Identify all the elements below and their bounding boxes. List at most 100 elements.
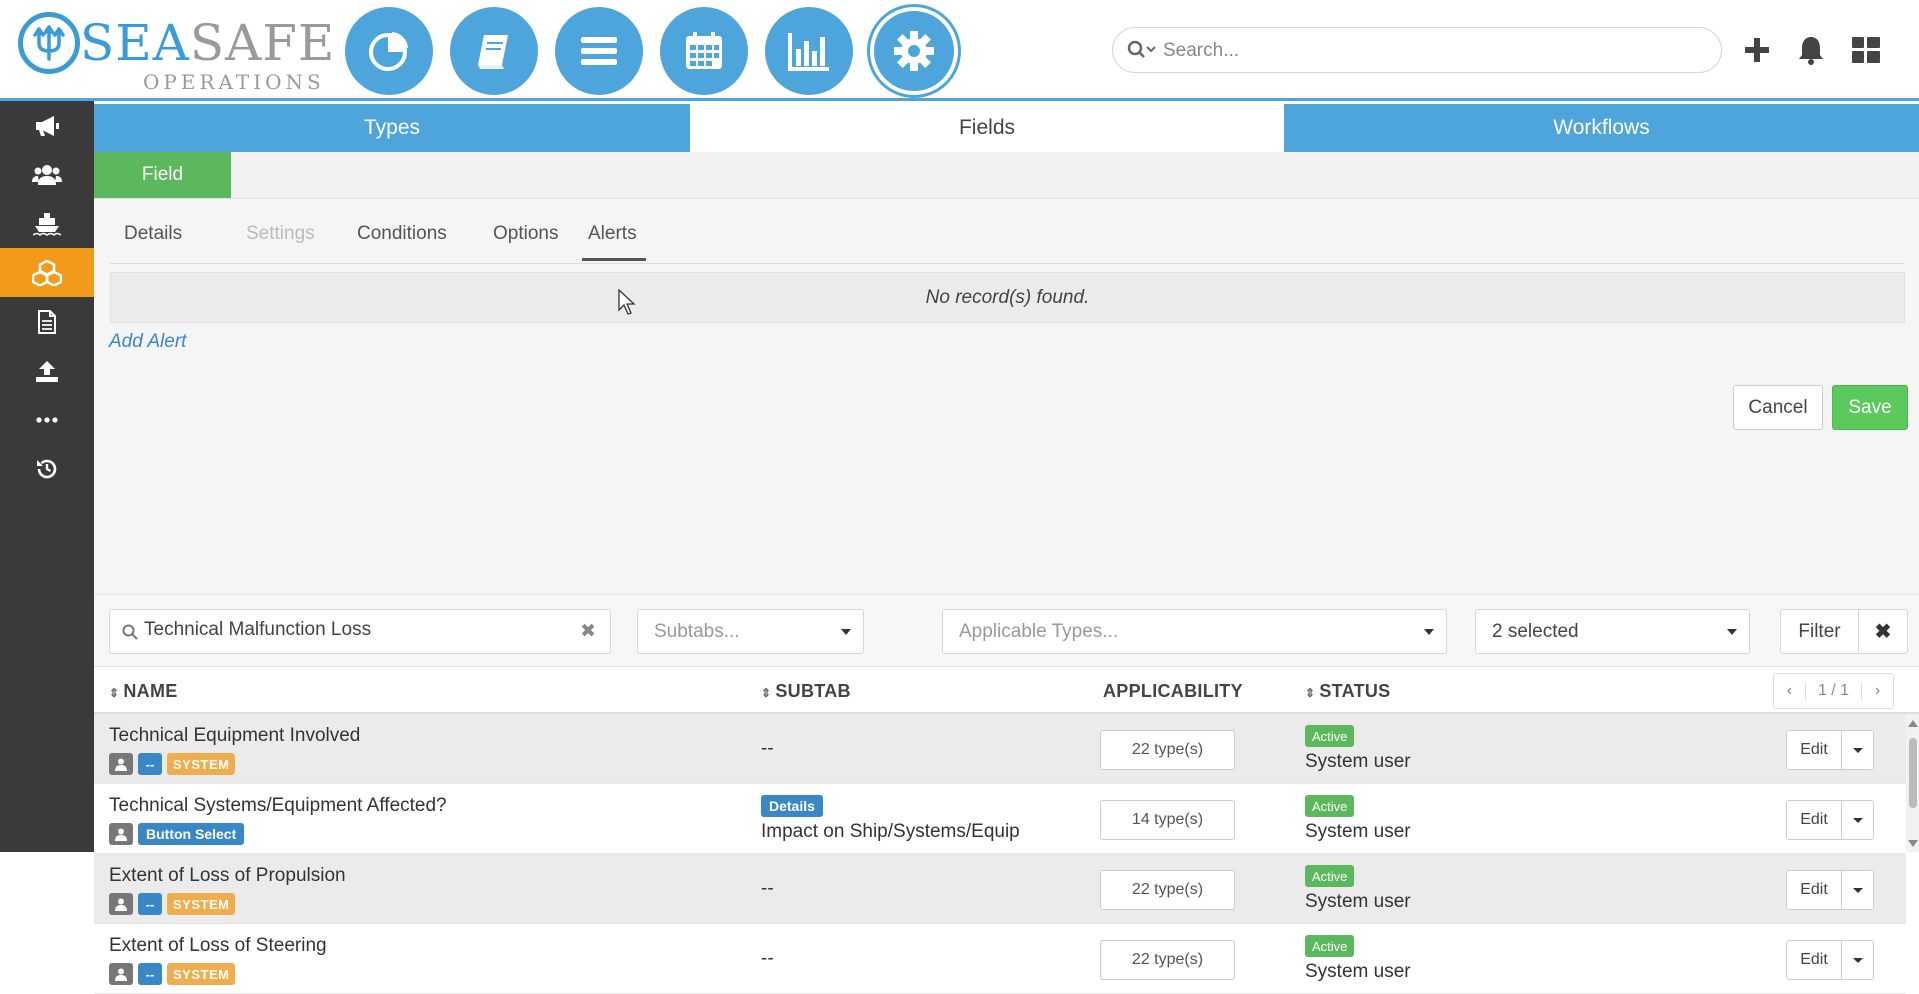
nav-calendar-button[interactable] [660,7,748,95]
scroll-up-arrow-icon[interactable] [1908,720,1918,727]
status-select[interactable]: 2 selected [1475,609,1750,654]
field-subtabs: Details Settings Conditions Options Aler… [110,199,1905,264]
subtab-details[interactable]: Details [124,223,182,245]
field-editor-panel: Details Settings Conditions Options Aler… [94,198,1919,594]
cancel-button[interactable]: Cancel [1733,385,1823,430]
alerts-empty-message: No record(s) found. [110,272,1905,323]
field-search-box[interactable]: ✖ [109,609,611,654]
table-row[interactable]: Technical Equipment Involved -- SYSTEM -… [94,714,1906,784]
cubes-icon [32,259,62,286]
scroll-down-arrow-icon[interactable] [1908,840,1918,847]
tab-fields[interactable]: Fields [690,104,1284,152]
status-select-value: 2 selected [1492,621,1579,642]
top-bar: SEASAFE OPERATIONS [0,0,1919,101]
sidebar-item-upload[interactable] [0,346,94,395]
filter-button[interactable]: Filter [1780,609,1859,654]
chevron-down-icon [841,629,851,635]
clear-filters-button[interactable]: ✖ [1858,609,1908,654]
edit-button[interactable]: Edit [1786,800,1842,840]
prev-page-button[interactable]: ‹ [1774,682,1805,700]
sidebar-item-history[interactable] [0,444,94,493]
field-button[interactable]: Field [94,152,231,198]
sidebar-item-more[interactable] [0,395,94,444]
nav-library-button[interactable] [450,7,538,95]
global-search[interactable] [1112,27,1722,73]
nav-settings-button[interactable] [870,7,958,95]
table-row[interactable]: Extent of Loss of Propulsion -- SYSTEM -… [94,854,1906,924]
field-search-input[interactable] [144,619,564,641]
next-page-button[interactable]: › [1862,682,1893,700]
save-button[interactable]: Save [1832,385,1908,430]
edit-button[interactable]: Edit [1786,940,1842,980]
table-row[interactable]: Technical Systems/Equipment Affected? Bu… [94,784,1906,854]
edit-button[interactable]: Edit [1786,870,1842,910]
owner-text: System user [1305,961,1411,982]
field-type-badge: -- [138,963,162,985]
document-icon [38,309,56,334]
scrollbar-thumb[interactable] [1909,738,1917,808]
subtab-value: Impact on Ship/Systems/Equip [761,821,1020,842]
nav-list-button[interactable] [555,7,643,95]
field-name: Extent of Loss of Steering [109,935,327,956]
search-icon [122,624,138,640]
tab-workflows[interactable]: Workflows [1284,104,1919,152]
field-type-badge: -- [138,893,162,915]
apps-button[interactable] [1848,32,1884,68]
sidebar-item-vessels[interactable] [0,199,94,248]
brand-name: SEASAFE [80,14,336,72]
edit-dropdown-toggle[interactable] [1841,870,1874,910]
nav-dashboard-button[interactable] [345,7,433,95]
table-row[interactable]: Extent of Loss of Steering -- SYSTEM -- … [94,924,1906,994]
field-name: Technical Systems/Equipment Affected? [109,795,447,816]
sidebar-item-users[interactable] [0,150,94,199]
brand-logo[interactable]: SEASAFE OPERATIONS [18,12,334,94]
bell-icon [1799,37,1823,65]
system-badge: SYSTEM [167,893,236,915]
sidebar-item-configuration[interactable] [0,248,94,297]
gear-icon [894,31,934,71]
user-icon [109,963,133,985]
nav-reports-button[interactable] [765,7,853,95]
column-header-applicability: APPLICABILITY [1103,681,1243,701]
ship-icon [33,212,61,236]
sidebar-item-documents[interactable] [0,297,94,346]
column-header-name[interactable]: ⇕ NAME [109,681,178,702]
status-badge: Active [1305,795,1355,817]
notifications-button[interactable] [1793,32,1829,68]
applicability-button[interactable]: 22 type(s) [1100,940,1235,980]
applicability-button[interactable]: 22 type(s) [1100,870,1235,910]
history-icon [37,459,57,478]
subtab-conditions[interactable]: Conditions [357,223,447,245]
clear-search-button[interactable]: ✖ [580,620,596,643]
applicable-types-select[interactable]: Applicable Types... [942,609,1447,654]
applicability-button[interactable]: 22 type(s) [1100,730,1235,770]
owner-text: System user [1305,891,1411,912]
list-icon [581,37,617,65]
edit-button[interactable]: Edit [1786,730,1842,770]
subtabs-select[interactable]: Subtabs... [637,609,864,654]
subtab-alerts[interactable]: Alerts [588,223,637,245]
mouse-pointer-icon [618,288,638,322]
main-tabs: Types Fields Workflows [94,104,1919,152]
column-header-subtab[interactable]: ⇕ SUBTAB [761,681,851,702]
field-name: Extent of Loss of Propulsion [109,865,346,886]
search-input[interactable] [1163,36,1703,66]
system-badge: SYSTEM [167,963,236,985]
sidebar-item-announcements[interactable] [0,101,94,150]
table-scrollbar[interactable] [1906,714,1919,852]
add-button[interactable] [1739,32,1775,68]
system-badge: SYSTEM [167,753,236,775]
subtab-options[interactable]: Options [493,223,558,245]
field-type-badge: -- [138,753,162,775]
applicability-button[interactable]: 14 type(s) [1100,800,1235,840]
field-name: Technical Equipment Involved [109,725,361,746]
user-icon [109,893,133,915]
user-icon [109,753,133,775]
edit-dropdown-toggle[interactable] [1841,730,1874,770]
megaphone-icon [36,115,59,136]
edit-dropdown-toggle[interactable] [1841,940,1874,980]
add-alert-link[interactable]: Add Alert [109,331,186,353]
tab-types[interactable]: Types [94,104,690,152]
edit-dropdown-toggle[interactable] [1841,800,1874,840]
column-header-status[interactable]: ⇕ STATUS [1305,681,1391,702]
